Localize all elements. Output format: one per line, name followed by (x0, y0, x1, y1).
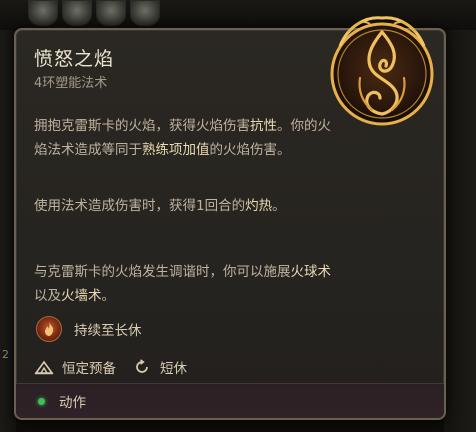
short-rest-cycle-icon (132, 358, 152, 376)
description-text: 的火焰伤害。 (209, 142, 291, 158)
flame-aura-icon (36, 316, 62, 342)
spell-description-paragraph-1: 拥抱克雷斯卡的火焰，获得火焰伤害抗性。你的火焰法术造成等同于熟练项加值的火焰伤害… (34, 114, 334, 162)
keyword-fireball[interactable]: 火球术 (291, 264, 332, 280)
rest-camp-icon (34, 358, 54, 376)
hotbar-slot-number: 2 (2, 348, 9, 361)
keyword-proficiency-bonus[interactable]: 熟练项加值 (142, 142, 210, 158)
spell-duration: 持续至长休 (36, 316, 142, 342)
action-available-indicator (38, 397, 45, 405)
action-type-footer: 动作 (16, 383, 444, 418)
hotbar-slot[interactable] (96, 0, 126, 26)
spell-description-paragraph-3: 与克雷斯卡的火焰发生调谐时，你可以施展火球术以及火墙术。 (34, 260, 334, 308)
description-text: 。 (101, 288, 116, 304)
recharge-label: 短休 (160, 361, 187, 377)
spell-description-paragraph-2: 使用法术造成伤害时，获得1回合的灼热。 (34, 194, 334, 218)
keyword-resistance[interactable]: 抗性 (250, 118, 277, 134)
description-text: 拥抱克雷斯卡的火焰，获得火焰伤害 (34, 118, 250, 134)
spell-level-school: 4环塑能法术 (34, 76, 108, 91)
keyword-wall-of-fire[interactable]: 火墙术 (61, 288, 102, 304)
action-type-label: 动作 (59, 395, 86, 411)
description-text: 。 (272, 198, 286, 214)
description-text: 使用法术造成伤害时，获得1回合的 (34, 198, 246, 214)
spell-emblem-icon (330, 16, 434, 126)
hotbar-slot[interactable] (28, 0, 58, 26)
preparation-label: 恒定预备 (62, 361, 116, 377)
description-text: 以及 (34, 288, 61, 304)
description-text: 与克雷斯卡的火焰发生调谐时，你可以施展 (34, 264, 291, 280)
hotbar-slot[interactable] (130, 0, 160, 26)
keyword-blazing[interactable]: 灼热 (245, 198, 272, 214)
hotbar-slot[interactable] (62, 0, 92, 26)
right-hotbar-edge (444, 30, 476, 432)
spell-title: 愤怒之焰 (34, 48, 115, 70)
duration-label: 持续至长休 (74, 323, 142, 339)
spell-properties: 恒定预备 短休 (34, 356, 187, 378)
